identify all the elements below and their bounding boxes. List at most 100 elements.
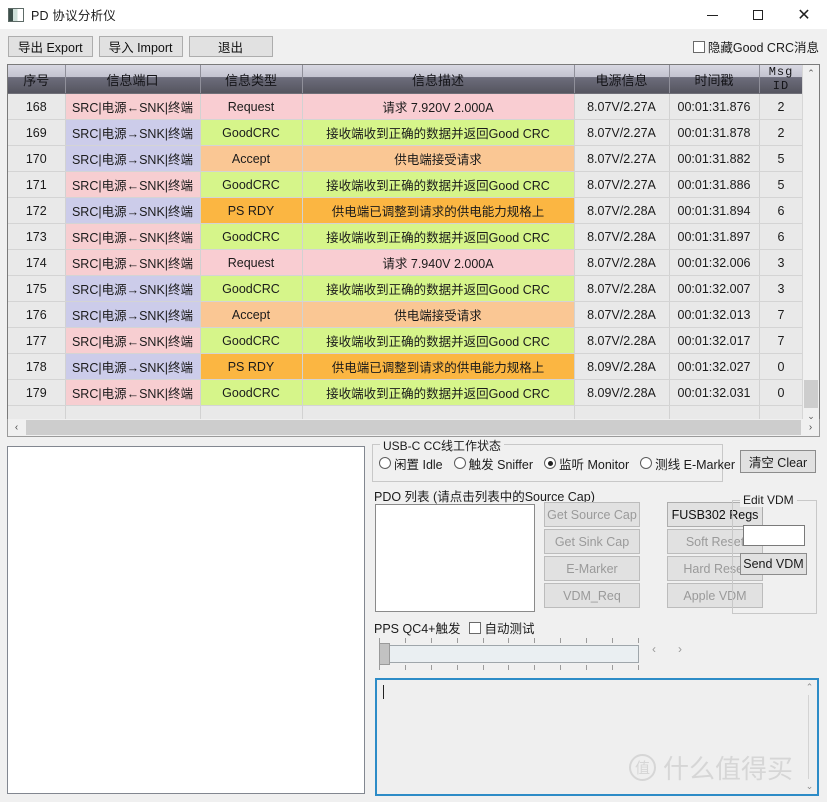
auto-test-label: 自动测试: [484, 622, 535, 636]
detail-panel[interactable]: [7, 446, 365, 794]
send-vdm-button[interactable]: Send VDM: [740, 553, 807, 575]
cell-seq: 172: [8, 197, 66, 224]
cell-time: 00:01:31.894: [669, 197, 760, 224]
column-header-desc[interactable]: 信息描述: [302, 65, 575, 94]
stepper-prev-icon[interactable]: ‹: [652, 642, 656, 656]
table-row[interactable]: 170 SRC|电源→SNK|终端 Accept 供电端接受请求 8.07V/2.27A…: [8, 145, 804, 172]
maximize-icon: [753, 10, 763, 20]
action-button-3: VDM_Req: [544, 583, 640, 608]
maximize-button[interactable]: [735, 0, 781, 30]
action-button-column-a: Get Source Cap Get Sink Cap E-Marker VDM_Re…: [544, 502, 640, 610]
cell-type: PS RDY: [200, 353, 303, 380]
cell-type: GoodCRC: [200, 171, 303, 198]
cell-time: 00:01:32.006: [669, 249, 760, 276]
message-table[interactable]: 序号 信息端口 信息类型 信息描述 电源信息 时间戳 Msg ID 168 SRC…: [7, 64, 820, 426]
table-row[interactable]: 176 SRC|电源→SNK|终端 Accept 供电端接受请求 8.07V/2.28A…: [8, 301, 804, 328]
slider-ticks-bottom: [379, 665, 639, 670]
table-row[interactable]: 168 SRC|电源←SNK|终端 Request 请求 7.920V 2.000A 8…: [8, 93, 804, 120]
window-title: PD 协议分析仪: [31, 9, 116, 23]
cell-type: Accept: [200, 301, 303, 328]
scroll-right-icon[interactable]: ›: [802, 420, 819, 436]
pps-slider[interactable]: [375, 638, 643, 670]
scroll-up-icon[interactable]: ⌃: [803, 65, 819, 82]
hide-goodcrc-checkbox[interactable]: 隐藏Good CRC消息: [692, 37, 819, 56]
cell-type: GoodCRC: [200, 119, 303, 146]
minimize-button[interactable]: [689, 0, 735, 30]
hscrollbar-thumb[interactable]: [26, 420, 801, 435]
log-vertical-scrollbar[interactable]: ⌃ ⌄: [802, 680, 817, 794]
watermark-text: 什么值得买: [662, 754, 793, 784]
table-row[interactable]: 177 SRC|电源←SNK|终端 GoodCRC 接收端收到正确的数据并返回Good…: [8, 327, 804, 354]
scrollbar-thumb[interactable]: [804, 380, 818, 408]
cc-mode-option-0[interactable]: 闲置 Idle: [379, 454, 443, 473]
cc-mode-option-2[interactable]: 监听 Monitor: [544, 454, 629, 473]
edit-vdm-group: Edit VDM Send VDM: [732, 493, 817, 614]
slider-tick: [430, 638, 432, 643]
table-row[interactable]: 169 SRC|电源→SNK|终端 GoodCRC 接收端收到正确的数据并返回Good…: [8, 119, 804, 146]
cc-mode-option-1[interactable]: 触发 Sniffer: [453, 454, 533, 473]
cell-seq: 173: [8, 223, 66, 250]
cell-time: 00:01:31.886: [669, 171, 760, 198]
clear-button[interactable]: 清空 Clear: [740, 450, 816, 473]
slider-tick: [586, 638, 588, 643]
cc-status-group: USB-C CC线工作状态 闲置 Idle 触发 Sniffer 监听 Monito…: [372, 437, 735, 482]
table-vertical-scrollbar[interactable]: ⌃ ⌄: [802, 65, 819, 425]
minimize-icon: [706, 14, 718, 16]
action-button-1: Get Sink Cap: [544, 529, 640, 554]
checkbox-icon: [468, 621, 481, 634]
cell-type: Request: [200, 249, 303, 276]
slider-track[interactable]: [379, 645, 639, 663]
cell-time: 00:01:32.031: [669, 379, 760, 406]
stepper-next-icon[interactable]: ›: [678, 642, 682, 656]
radio-icon: [544, 457, 557, 469]
cell-msgid: 5: [759, 145, 804, 172]
column-header-port[interactable]: 信息端口: [65, 65, 201, 94]
cell-desc: 接收端收到正确的数据并返回Good CRC: [302, 223, 575, 250]
cc-mode-option-3[interactable]: 测线 E-Marker: [640, 454, 735, 473]
exit-button[interactable]: 退出: [188, 35, 273, 57]
cell-desc: 供电端已调整到请求的供电能力规格上: [302, 353, 575, 380]
column-header-msgid[interactable]: Msg ID: [759, 65, 804, 94]
cell-power: 8.07V/2.27A: [574, 171, 670, 198]
close-button[interactable]: ✕: [781, 0, 827, 30]
cell-msgid: 7: [759, 327, 804, 354]
scroll-left-icon[interactable]: ‹: [8, 420, 25, 436]
table-horizontal-scrollbar[interactable]: ‹ ›: [7, 419, 820, 437]
cell-desc: 供电端已调整到请求的供电能力规格上: [302, 197, 575, 224]
table-row[interactable]: 179 SRC|电源←SNK|终端 GoodCRC 接收端收到正确的数据并返回Good…: [8, 379, 804, 406]
log-textarea[interactable]: ⌃ ⌄ 值 什么值得买: [375, 678, 819, 796]
slider-tick: [404, 638, 406, 643]
log-scroll-down-icon[interactable]: ⌄: [802, 779, 817, 794]
import-button[interactable]: 导入 Import: [98, 35, 183, 57]
table-row[interactable]: 171 SRC|电源←SNK|终端 GoodCRC 接收端收到正确的数据并返回Good…: [8, 171, 804, 198]
cell-power: 8.07V/2.27A: [574, 145, 670, 172]
table-row[interactable]: 173 SRC|电源←SNK|终端 GoodCRC 接收端收到正确的数据并返回Good…: [8, 223, 804, 250]
column-header-type[interactable]: 信息类型: [200, 65, 303, 94]
slider-stepper: ‹ ›: [652, 642, 682, 656]
cell-time: 00:01:31.897: [669, 223, 760, 250]
table-row[interactable]: 178 SRC|电源→SNK|终端 PS RDY 供电端已调整到请求的供电能力规格上 8…: [8, 353, 804, 380]
table-row[interactable]: 174 SRC|电源←SNK|终端 Request 请求 7.940V 2.000A 8…: [8, 249, 804, 276]
slider-tick: [534, 638, 536, 643]
vdm-input[interactable]: [743, 525, 805, 546]
pps-label: PPS QC4+触发: [374, 622, 461, 636]
slider-tick: [560, 638, 562, 643]
checkbox-icon: [692, 40, 705, 53]
auto-test-checkbox[interactable]: 自动测试: [468, 618, 535, 637]
cell-type: Accept: [200, 145, 303, 172]
cell-desc: 接收端收到正确的数据并返回Good CRC: [302, 119, 575, 146]
column-header-seq[interactable]: 序号: [8, 65, 66, 94]
cell-power: 8.07V/2.28A: [574, 301, 670, 328]
log-scroll-up-icon[interactable]: ⌃: [802, 680, 817, 695]
cell-desc: 接收端收到正确的数据并返回Good CRC: [302, 171, 575, 198]
slider-thumb[interactable]: [379, 643, 390, 665]
export-button[interactable]: 导出 Export: [8, 35, 93, 57]
cell-time: 00:01:31.876: [669, 93, 760, 120]
slider-tick: [637, 665, 639, 670]
column-header-power[interactable]: 电源信息: [574, 65, 670, 94]
pdo-list[interactable]: [375, 504, 535, 612]
table-row[interactable]: 175 SRC|电源→SNK|终端 GoodCRC 接收端收到正确的数据并返回Good…: [8, 275, 804, 302]
table-row[interactable]: 172 SRC|电源→SNK|终端 PS RDY 供电端已调整到请求的供电能力规格上 8…: [8, 197, 804, 224]
cell-port: SRC|电源←SNK|终端: [65, 379, 201, 406]
column-header-time[interactable]: 时间戳: [669, 65, 760, 94]
